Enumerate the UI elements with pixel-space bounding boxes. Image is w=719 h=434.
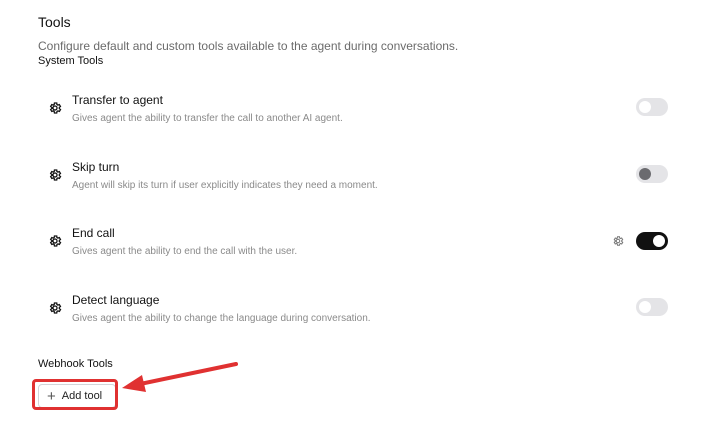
gear-icon — [49, 169, 62, 181]
toggle-detect-language[interactable] — [636, 298, 668, 316]
settings-gear-icon[interactable] — [612, 235, 624, 247]
tool-name: Detect language — [72, 293, 160, 307]
webhook-tools-title: Webhook Tools — [38, 358, 113, 370]
gear-icon — [49, 235, 62, 247]
section-title: Tools — [38, 14, 71, 30]
toggle-knob — [639, 168, 651, 180]
tool-row-transfer-to-agent: Transfer to agent Gives agent the abilit… — [38, 93, 678, 143]
tool-name: End call — [72, 226, 115, 240]
toggle-end-call[interactable] — [636, 232, 668, 250]
tool-row-end-call: End call Gives agent the ability to end … — [38, 226, 678, 276]
toggle-knob — [653, 235, 665, 247]
gear-icon — [49, 102, 62, 114]
toggle-skip-turn[interactable] — [636, 165, 668, 183]
tool-name: Transfer to agent — [72, 93, 163, 107]
tool-row-skip-turn: Skip turn Agent will skip its turn if us… — [38, 160, 678, 210]
tool-description: Gives agent the ability to change the la… — [72, 313, 371, 324]
system-tools-title: System Tools — [38, 55, 104, 67]
plus-icon: + — [47, 387, 56, 405]
gear-icon — [49, 302, 62, 314]
toggle-transfer-to-agent[interactable] — [636, 98, 668, 116]
annotation-arrow-icon — [122, 362, 238, 392]
add-tool-label: Add tool — [61, 390, 103, 402]
toggle-knob — [639, 101, 651, 113]
toggle-knob — [639, 301, 651, 313]
tool-description: Gives agent the ability to end the call … — [72, 246, 298, 257]
add-tool-button[interactable]: + Add tool — [38, 384, 116, 408]
tool-name: Skip turn — [72, 160, 120, 174]
tool-row-detect-language: Detect language Gives agent the ability … — [38, 293, 678, 343]
tool-description: Agent will skip its turn if user explici… — [72, 180, 378, 191]
tool-description: Gives agent the ability to transfer the … — [72, 113, 343, 124]
section-description: Configure default and custom tools avail… — [38, 39, 459, 53]
